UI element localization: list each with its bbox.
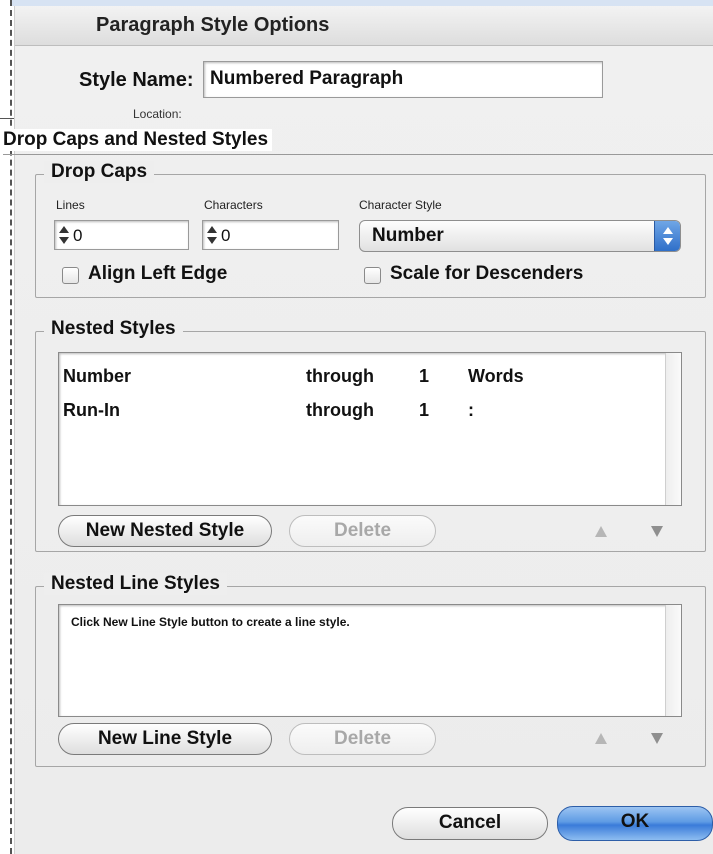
- ok-button[interactable]: OK: [557, 806, 713, 841]
- nested-styles-list[interactable]: Number through 1 Words Run-In through 1 …: [58, 352, 682, 506]
- style-name-label: Style Name:: [79, 69, 194, 91]
- list-scrollbar[interactable]: [665, 605, 681, 716]
- characters-value: 0: [221, 226, 231, 245]
- character-style-label: Character Style: [359, 198, 442, 212]
- nested-style-unit: :: [468, 400, 474, 420]
- stepper-arrows-icon[interactable]: [206, 225, 218, 245]
- delete-nested-style-button[interactable]: Delete: [289, 515, 436, 547]
- nested-line-styles-legend: Nested Line Styles: [44, 573, 227, 595]
- dialog-title: Paragraph Style Options: [96, 14, 330, 36]
- up-arrow-icon[interactable]: [595, 526, 607, 537]
- nested-style-mode: through: [306, 400, 374, 420]
- nested-styles-legend: Nested Styles: [44, 318, 183, 340]
- nested-style-count: 1: [419, 366, 430, 386]
- lines-value: 0: [73, 226, 83, 245]
- lines-label: Lines: [56, 198, 85, 212]
- location-label: Location:: [133, 107, 182, 121]
- paragraph-style-dialog: Paragraph Style Options Style Name: Numb…: [3, 6, 713, 854]
- scale-descenders-label[interactable]: Scale for Descenders: [390, 263, 583, 285]
- drop-caps-legend: Drop Caps: [44, 161, 155, 183]
- up-arrow-icon[interactable]: [595, 733, 607, 744]
- nested-line-styles-list[interactable]: Click New Line Style button to create a …: [58, 604, 682, 717]
- character-style-select[interactable]: Number: [359, 220, 681, 252]
- align-left-edge-label[interactable]: Align Left Edge: [88, 263, 227, 285]
- nested-style-mode: through: [306, 366, 374, 386]
- stepper-arrows-icon[interactable]: [58, 225, 70, 245]
- lines-stepper[interactable]: 0: [54, 220, 189, 250]
- nested-line-styles-hint: Click New Line Style button to create a …: [71, 615, 350, 629]
- down-arrow-icon[interactable]: [651, 526, 663, 537]
- drop-caps-group: Drop Caps Lines 0 Characters 0 Character…: [35, 161, 706, 298]
- align-left-edge-checkbox[interactable]: [62, 267, 79, 284]
- nested-style-count: 1: [419, 400, 430, 420]
- section-divider: [3, 154, 713, 155]
- list-item[interactable]: Number through 1 Words: [63, 366, 663, 392]
- nested-style-name: Run-In: [63, 400, 120, 420]
- characters-label: Characters: [204, 198, 263, 212]
- list-scrollbar[interactable]: [665, 353, 681, 505]
- cancel-button[interactable]: Cancel: [392, 807, 548, 840]
- new-line-style-button[interactable]: New Line Style: [58, 723, 272, 755]
- nested-style-name: Number: [63, 366, 132, 386]
- nested-style-unit: Words: [468, 366, 524, 386]
- nested-line-styles-group: Nested Line Styles Click New Line Style …: [35, 573, 706, 767]
- delete-line-style-button[interactable]: Delete: [289, 723, 436, 755]
- section-title: Drop Caps and Nested Styles: [3, 129, 273, 151]
- down-arrow-icon[interactable]: [651, 733, 663, 744]
- dialog-titlebar: Paragraph Style Options: [15, 6, 713, 46]
- style-name-input[interactable]: Numbered Paragraph: [203, 61, 603, 98]
- nested-styles-group: Nested Styles Number through 1 Words Run…: [35, 318, 706, 552]
- new-nested-style-button[interactable]: New Nested Style: [58, 515, 272, 547]
- popup-arrows-icon: [654, 221, 680, 251]
- characters-stepper[interactable]: 0: [202, 220, 339, 250]
- list-item[interactable]: Run-In through 1 :: [63, 400, 663, 426]
- scale-descenders-checkbox[interactable]: [364, 267, 381, 284]
- character-style-value: Number: [372, 225, 444, 246]
